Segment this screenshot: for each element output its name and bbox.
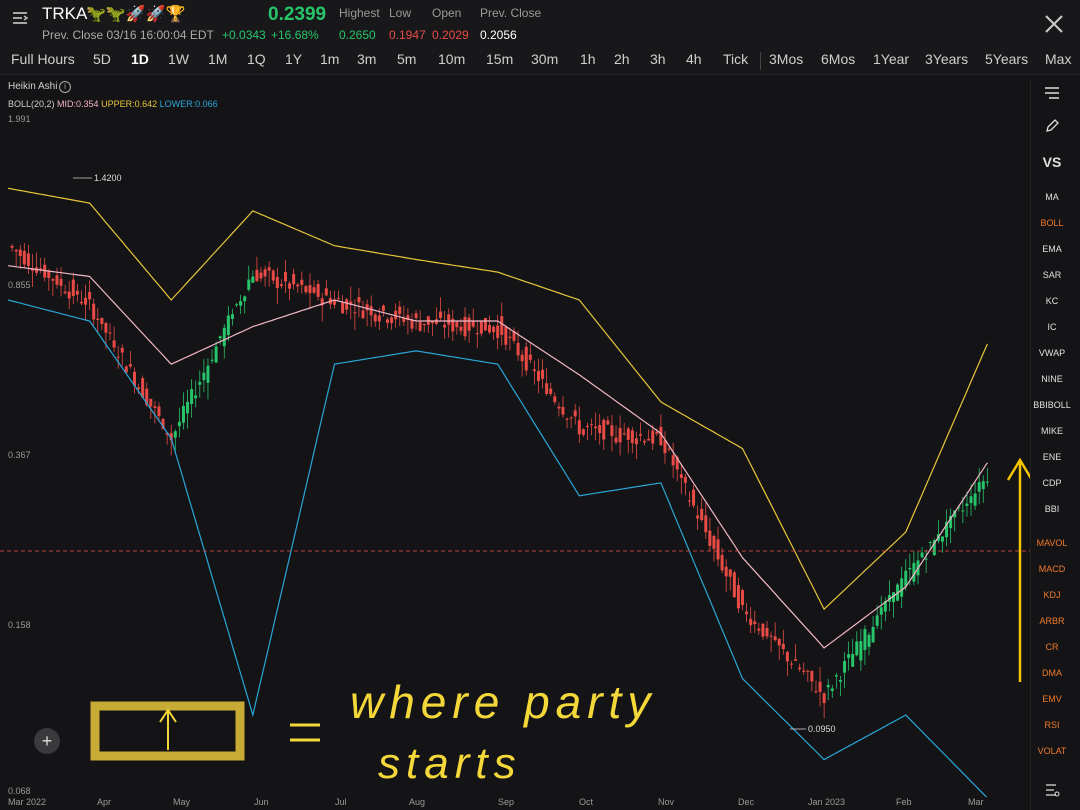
indicator-vwap[interactable]: VWAP: [1031, 348, 1073, 358]
handwritten-text-2: starts: [378, 739, 522, 788]
add-drawing-button[interactable]: +: [34, 728, 60, 754]
settings-icon[interactable]: [1031, 782, 1073, 800]
sub-indicator-macd[interactable]: MACD: [1031, 564, 1073, 574]
handwritten-annotation: where party starts: [90, 457, 1030, 788]
pencil-icon[interactable]: [1031, 118, 1073, 136]
indicator-boll[interactable]: BOLL: [1031, 218, 1073, 228]
indicator-nine[interactable]: NINE: [1031, 374, 1073, 384]
indicator-ma[interactable]: MA: [1031, 192, 1073, 202]
indicator-kc[interactable]: KC: [1031, 296, 1073, 306]
sub-indicator-emv[interactable]: EMV: [1031, 694, 1073, 704]
sub-indicator-cr[interactable]: CR: [1031, 642, 1073, 652]
vs-button[interactable]: VS: [1031, 154, 1073, 170]
box-up-arrow: [159, 708, 177, 750]
sub-indicator-kdj[interactable]: KDJ: [1031, 590, 1073, 600]
sub-indicator-arbr[interactable]: ARBR: [1031, 616, 1073, 626]
equals-sign: [290, 723, 320, 742]
handwritten-text-1: where party: [350, 676, 656, 728]
indicator-ic[interactable]: IC: [1031, 322, 1073, 332]
indicator-sar[interactable]: SAR: [1031, 270, 1073, 280]
indicator-mike[interactable]: MIKE: [1031, 426, 1073, 436]
sub-indicator-dma[interactable]: DMA: [1031, 668, 1073, 678]
indicator-ene[interactable]: ENE: [1031, 452, 1073, 462]
indicator-bbiboll[interactable]: BBIBOLL: [1031, 400, 1073, 410]
sub-indicator-mavol[interactable]: MAVOL: [1031, 538, 1073, 548]
indicator-ema[interactable]: EMA: [1031, 244, 1073, 254]
close-icon[interactable]: [1042, 12, 1066, 36]
indicator-bbi[interactable]: BBI: [1031, 504, 1073, 514]
yellow-up-arrow: [1006, 457, 1030, 682]
list-icon[interactable]: [1031, 86, 1073, 102]
indicator-cdp[interactable]: CDP: [1031, 478, 1073, 488]
sub-indicator-rsi[interactable]: RSI: [1031, 720, 1073, 730]
tf-max[interactable]: Max: [1045, 51, 1071, 67]
right-toolbar: VS MA BOLL EMA SAR KC IC VWAP NINE BBIBOLL MIKE EN…: [1030, 78, 1073, 810]
sub-indicator-volat[interactable]: VOLAT: [1031, 746, 1073, 756]
